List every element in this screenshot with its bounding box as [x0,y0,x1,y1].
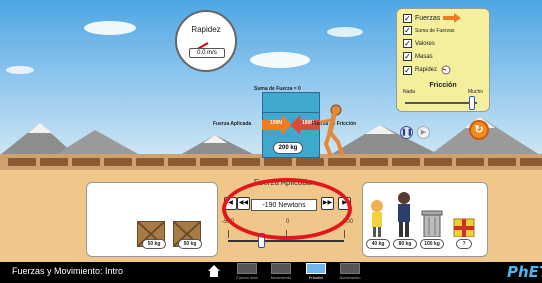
controls-panel: ✓ Fuerzas ✓ Suma de Fuerzas ✓ Valores ✓ … [396,8,490,112]
floor-brick [328,158,356,166]
applied-force-value: 190N [270,120,282,126]
checkbox-label: Suma de Fuerzas [415,27,455,34]
floor-brick [200,158,228,166]
reset-icon: ↻ [474,124,484,136]
floor-brick [232,158,260,166]
checkbox-label: Valores [415,40,435,47]
speedometer-title: Rapidez [191,25,221,34]
tab-friccion[interactable]: Fricción [297,262,335,283]
crate-object[interactable]: 50 kg [173,221,202,249]
floor-brick [520,158,542,166]
screen-thumbnail-icon [340,263,360,274]
pusher-figure [319,104,344,156]
left-mass-tray: 50 kg 50 kg [86,182,218,257]
mystery-mass-tag: ? [456,239,472,249]
screen-tab-label: Fricción [308,275,323,280]
man-figure-icon[interactable] [395,191,413,237]
friccion-slider-thumb[interactable] [469,96,475,110]
floor-brick [488,158,516,166]
pause-icon: ❚❚ [401,129,413,136]
crate-mass-tag: 50 kg [178,239,202,249]
pause-button[interactable]: ❚❚ [400,126,413,139]
floor-brick [392,158,420,166]
highlight-ellipse-annotation [222,178,352,240]
step-icon: ▶ [420,129,427,136]
crate-mass-tag: 50 kg [142,239,166,249]
man-mass-tag: 80 kg [393,239,417,249]
right-mass-tray: 40 kg 80 kg 100 kg ? [362,182,488,257]
checkbox-valores[interactable]: ✓ Valores [403,39,435,48]
speedometer-readout: 0.0 m/s [189,48,225,58]
floor-brick [40,158,68,166]
floor-brick [8,158,36,166]
phet-logo[interactable]: PhET [507,263,542,281]
checkbox-label: Fuerzas [415,14,441,22]
friccion-min-label: Nada [403,89,415,95]
speedometer: Rapidez 0.0 m/s [175,10,237,72]
friccion-slider-track[interactable] [405,102,477,104]
floor-brick [424,158,452,166]
force-arrow-icon [443,13,462,23]
screen-tab-label: Fuerza neta [236,275,258,280]
floor-brick [296,158,324,166]
screen-thumbnail-icon [306,263,326,274]
floor-brick [136,158,164,166]
slider-tick [344,230,345,238]
floor-brick [104,158,132,166]
floor-brick [360,158,388,166]
tab-movimiento[interactable]: Movimiento [262,262,300,283]
checkbox-checked-icon: ✓ [403,13,412,23]
home-icon[interactable] [207,264,221,278]
screen-tab-label: Aceleración [339,275,361,280]
trash-can-mass-tag: 100 kg [420,239,444,249]
girl-mass-tag: 40 kg [366,239,390,249]
speedometer-icon [441,65,451,75]
crate-object[interactable]: 50 kg [137,221,166,249]
floor-brick [72,158,100,166]
app-title: Fuerzas y Movimiento: Intro [12,266,124,276]
tab-fuerza-neta[interactable]: Fuerza neta [228,262,266,283]
checkbox-masas[interactable]: ✓ Masas [403,52,433,61]
tab-aceleracion[interactable]: Aceleración [331,262,369,283]
screen-thumbnail-icon [237,263,257,274]
applied-force-slider-track[interactable] [228,240,344,242]
friccion-title: Fricción [429,82,457,89]
checkbox-checked-icon: ✓ [403,65,412,75]
checkbox-checked-icon: ✓ [403,52,412,61]
slider-tick [228,230,229,238]
screen-tab-label: Movimiento [270,275,292,280]
reset-all-button[interactable]: ↻ [469,120,489,140]
floor-brick [168,158,196,166]
friccion-max-label: Mucho [468,89,484,95]
floor-brick [264,158,292,166]
checkbox-label: Rapidez [415,67,438,73]
checkbox-rapidez[interactable]: ✓ Rapidez [403,65,451,75]
checkbox-suma-de-fuerzas[interactable]: ✓ Suma de Fuerzas [403,26,454,35]
object-mass-tag: 200 kg [273,142,303,154]
applied-force-label: Fuerza Aplicada [213,121,252,127]
girl-figure-icon[interactable] [369,199,385,237]
mystery-gift-icon[interactable] [453,215,475,237]
refrigerator-door-line [262,112,320,113]
trash-can-icon[interactable] [421,209,443,237]
checkbox-checked-icon: ✓ [403,26,412,35]
floor-brick [456,158,484,166]
screen-thumbnail-icon [271,263,291,274]
step-button[interactable]: ▶ [417,126,430,139]
checkbox-fuerzas[interactable]: ✓ Fuerzas [403,13,462,23]
checkbox-checked-icon: ✓ [403,39,412,48]
checkbox-label: Masas [415,53,433,60]
